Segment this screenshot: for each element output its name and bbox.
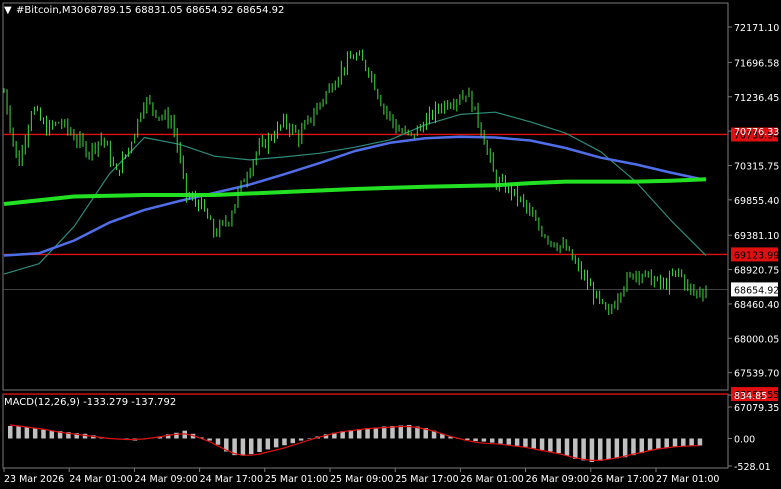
price-tick-label: 67539.70 [734, 369, 779, 380]
macd-histogram-bar [248, 438, 254, 455]
macd-histogram-bar [614, 438, 620, 459]
macd-histogram-bar [656, 438, 661, 449]
chart-header-values: 68789.15 68831.05 68654.92 68654.92 [84, 5, 284, 16]
macd-histogram-bar [514, 438, 520, 446]
price-tick-label: 68460.40 [734, 300, 779, 311]
time-tick-label: 27 Mar 01:00 [656, 474, 719, 485]
macd-histogram-bar [215, 438, 221, 445]
price-tick-label: 71236.45 [734, 93, 779, 104]
price-tick-label: 72171.10 [734, 23, 779, 34]
moving-averages [3, 111, 707, 275]
macd-tick-label: -528.01 [734, 462, 771, 473]
macd-histogram-bar [41, 429, 46, 439]
macd-histogram-bar [290, 438, 296, 444]
macd-histogram-bar [8, 425, 13, 439]
price-tick-label: 70315.75 [734, 161, 779, 172]
time-tick-label: 26 Mar 09:00 [526, 474, 589, 485]
current-price-label: 68654.92 [734, 285, 779, 296]
macd-histogram-bar [398, 425, 404, 439]
time-tick-label: 23 Mar 2026 [4, 474, 64, 485]
time-tick-label: 25 Mar 01:00 [265, 474, 328, 485]
macd-signal-line [9, 424, 700, 461]
level-lines: 70730.9469123.9967252.5568654.92 [3, 127, 779, 402]
time-tick-label: 25 Mar 09:00 [330, 474, 393, 485]
macd-histogram-bar [506, 438, 512, 445]
price-tick-label: 70776.33 [734, 127, 779, 138]
macd-histogram-bar [622, 438, 628, 458]
macd-histogram-bar [16, 426, 21, 439]
collapse-arrow-icon[interactable]: ▼ [4, 5, 12, 16]
macd-histogram-bar [639, 438, 645, 454]
macd-histogram-bar [564, 438, 570, 456]
macd-histogram-bar [531, 438, 536, 449]
macd-tick-label: 0.00 [734, 434, 755, 445]
price-chart[interactable]: 70730.9469123.9967252.5568654.92 834.85 0… [0, 0, 781, 489]
macd-histogram-bar [357, 429, 362, 439]
macd-histogram-bar [49, 430, 55, 439]
macd-histogram-bar [498, 438, 503, 444]
macd-histogram-bar [24, 427, 30, 439]
macd-histogram-bar [381, 426, 387, 439]
macd-label: MACD(12,26,9) -133.279 -137.792 [4, 397, 176, 408]
macd-histogram-bar [606, 438, 611, 460]
price-tick-label: 67079.35 [734, 403, 779, 414]
macd-histogram-bar [207, 438, 212, 441]
moving-average-line [3, 177, 707, 206]
time-tick-label: 26 Mar 17:00 [591, 474, 654, 485]
macd-histogram-bar [489, 438, 495, 443]
price-tick-label: 69381.10 [734, 231, 779, 242]
chart-header-symbol: #Bitcoin,M30 [16, 5, 83, 16]
macd-histogram-bar [589, 438, 595, 462]
time-tick-label: 26 Mar 01:00 [460, 474, 523, 485]
macd-histogram-bar [523, 438, 528, 447]
macd-histogram-bar [681, 438, 686, 447]
macd-histogram-bar [631, 438, 636, 456]
macd-histogram-bar [390, 425, 395, 439]
macd-histogram-bar [32, 428, 38, 439]
macd-histogram-bar [265, 438, 271, 450]
moving-average-line [3, 111, 707, 275]
macd-histogram-bar [240, 438, 246, 456]
macd-histogram-bar [647, 438, 653, 451]
macd-histogram-bar [556, 438, 561, 454]
time-tick-label: 25 Mar 17:00 [395, 474, 458, 485]
macd-histogram-bar [573, 438, 578, 459]
macd-histogram-bar [597, 438, 603, 461]
macd-histogram-bar [273, 438, 279, 448]
macd-histogram-bar [548, 438, 553, 452]
price-tick-label: 68920.75 [734, 266, 779, 277]
level-tag-label: 69123.99 [734, 250, 779, 261]
macd-histogram-bar [697, 438, 703, 446]
time-tick-label: 24 Mar 09:00 [134, 474, 197, 485]
price-tick-label: 69855.40 [734, 196, 779, 207]
price-tick-label: 68000.05 [734, 334, 779, 345]
price-tick-label: 71696.58 [734, 58, 779, 69]
time-tick-label: 24 Mar 01:00 [69, 474, 132, 485]
macd-tick-label: 834.85 [734, 391, 767, 402]
macd-histogram-bar [373, 427, 379, 439]
time-tick-label: 24 Mar 17:00 [200, 474, 263, 485]
macd-histogram-bar [257, 438, 262, 453]
macd-histogram-bar [672, 438, 678, 447]
macd-histogram-bar [481, 438, 487, 442]
macd-histogram-bar [298, 438, 304, 441]
macd-histogram-bar [539, 438, 545, 450]
macd-histogram-bar [664, 438, 669, 448]
macd-histogram-bar [581, 438, 586, 461]
macd-histogram-bar [473, 438, 478, 442]
macd-histogram-bar [365, 428, 370, 439]
macd-histogram-bar [689, 438, 694, 446]
macd-histogram-bar [282, 438, 287, 446]
